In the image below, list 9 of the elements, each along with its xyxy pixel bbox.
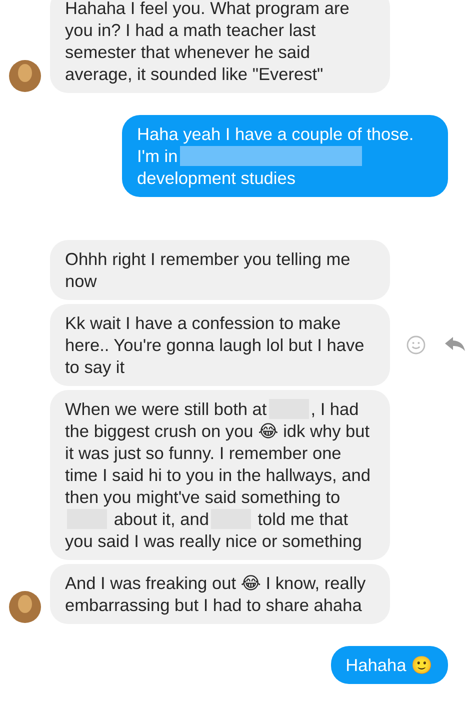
emoji-reaction-icon[interactable]: [406, 335, 426, 355]
reply-icon[interactable]: [444, 335, 466, 353]
message-text: Ohhh right I remember you telling me now: [65, 248, 352, 292]
message-text: Kk wait I have a confession to make here.. You're gonna laugh lol but I have to say it: [65, 312, 366, 378]
message-text: And I was freaking out 😂 I know, really embarrassing but I had to share ahaha: [65, 572, 367, 616]
message-text: When we were still both at , I had the biggest crush on you 😂 idk why but it was just so funny. I remember one time I said hi to you in the hallways, and then you might've said something to about it, and told me that you said I was really nice or something: [65, 398, 372, 552]
message-text: Hahaha 🙂: [346, 654, 433, 676]
message-text: Hahaha I feel you. What program are you in? I had a math teacher last semester that whenever he said average, it sounded like "Everest": [65, 0, 350, 85]
message-text: Haha yeah I have a couple of those. I'm in development studies: [137, 123, 415, 189]
